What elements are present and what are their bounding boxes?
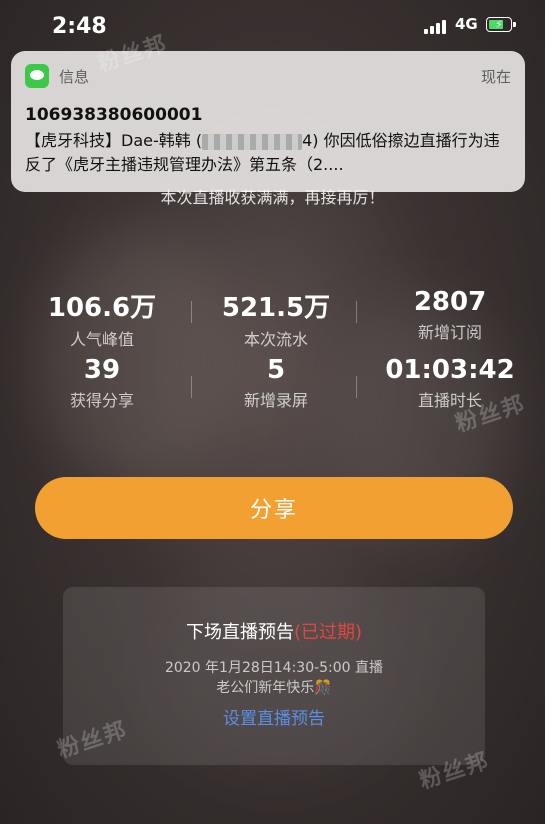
stat-new-subscriptions: 2807 新增订阅 bbox=[413, 287, 487, 342]
summary-message: 本次直播收获满满，再接再厉！ bbox=[160, 188, 385, 207]
preview-description: 老公们新年快乐🎊 bbox=[216, 680, 332, 696]
divider bbox=[191, 376, 192, 398]
set-preview-link[interactable]: 设置直播预告 bbox=[63, 704, 485, 729]
divider bbox=[191, 301, 192, 323]
share-button[interactable]: 分享 bbox=[35, 477, 513, 539]
battery-icon: ⚡ bbox=[486, 17, 516, 32]
status-time: 2:48 bbox=[52, 14, 107, 39]
messages-app-icon bbox=[25, 64, 49, 88]
expired-badge: (已过期) bbox=[293, 622, 363, 643]
signal-icon bbox=[424, 18, 450, 34]
redacted-block bbox=[202, 133, 303, 150]
network-type: 4G bbox=[455, 15, 478, 33]
notification-body: 【虎牙科技】Dae-韩韩 (4) 你因低俗擦边直播行为违反了《虎牙主播违规管理办… bbox=[25, 131, 500, 174]
notification-time: 现在 bbox=[480, 68, 511, 86]
stat-shares: 39 获得分享 bbox=[69, 355, 134, 410]
sms-notification[interactable]: 信息 现在 106938380600001 【虎牙科技】Dae-韩韩 (4) 你… bbox=[11, 51, 525, 192]
notification-app-name: 信息 bbox=[59, 68, 90, 86]
divider bbox=[356, 376, 357, 398]
preview-title: 下场直播预告(已过期) bbox=[185, 622, 363, 643]
stat-peak-popularity: 106.6万 人气峰值 bbox=[47, 293, 157, 349]
notification-sender: 106938380600001 bbox=[25, 105, 203, 125]
stat-new-recordings: 5 新增录屏 bbox=[243, 355, 308, 410]
divider bbox=[356, 301, 357, 323]
preview-schedule: 2020 年1月28日14:30-5:00 直播 bbox=[164, 660, 384, 676]
status-bar: 2:48 4G ⚡ bbox=[0, 0, 545, 50]
stat-revenue: 521.5万 本次流水 bbox=[221, 293, 331, 349]
